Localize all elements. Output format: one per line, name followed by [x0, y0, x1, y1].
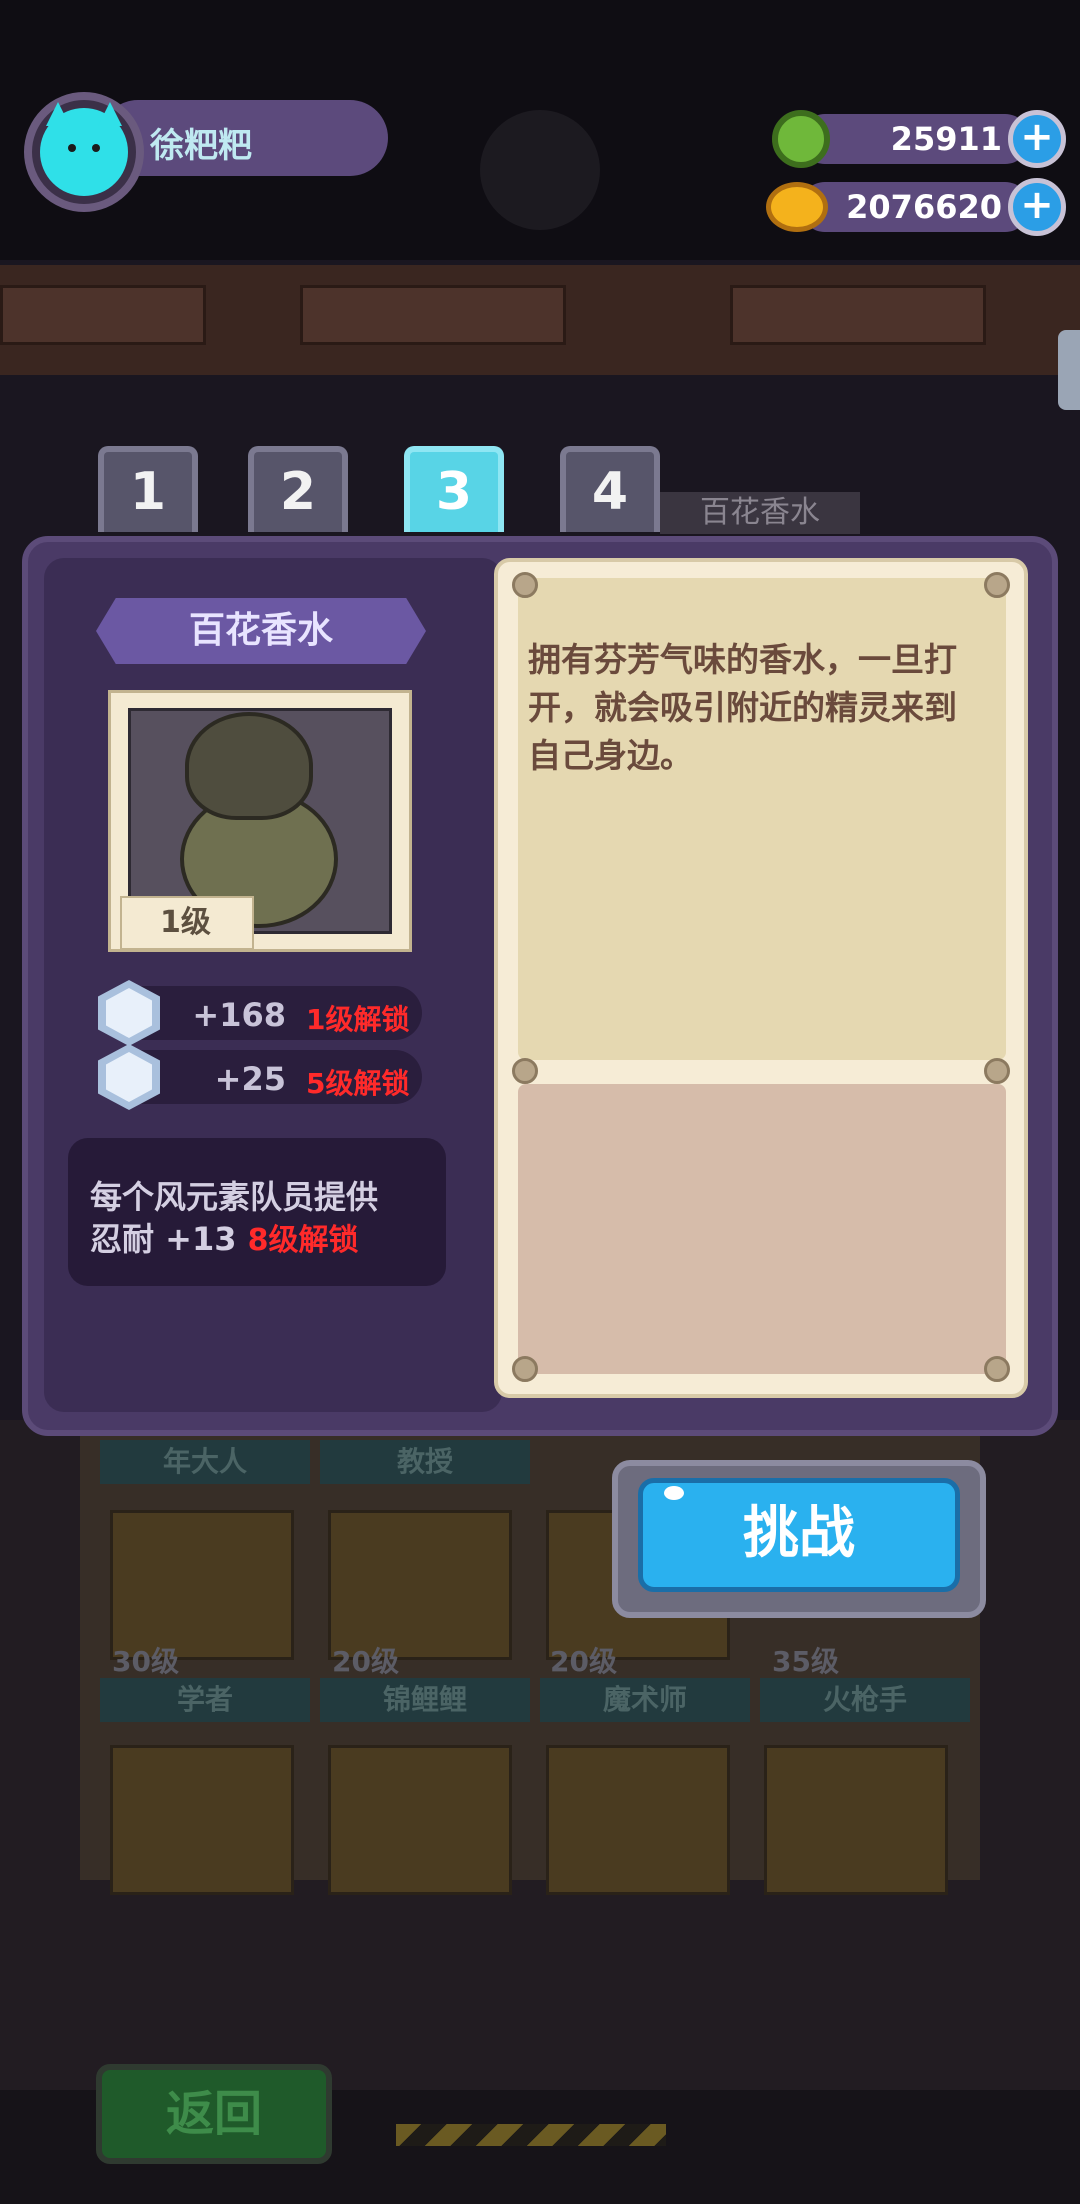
fan-decoration — [480, 110, 600, 230]
gem-count: 25911 — [890, 120, 1002, 158]
button-shine — [664, 1486, 684, 1500]
tab-2[interactable]: 2 — [248, 446, 348, 532]
character-name-tag: 教授 — [320, 1440, 530, 1484]
character-level: 20级 — [332, 1645, 399, 1678]
player-name: 徐粑粑 — [150, 126, 252, 166]
bolt-icon — [512, 1058, 538, 1084]
character-level: 35级 — [772, 1645, 839, 1678]
character-card — [764, 1745, 948, 1895]
hazard-stripe — [396, 2124, 666, 2146]
character-name-tag: 锦鲤鲤 — [320, 1678, 530, 1722]
back-button[interactable]: 返回 — [96, 2064, 332, 2164]
share-icon[interactable] — [1058, 330, 1080, 410]
coin-count: 2076620 — [846, 188, 1002, 226]
character-card — [110, 1745, 294, 1895]
tab-4[interactable]: 4 — [560, 446, 660, 532]
character-name-tag: 魔术师 — [540, 1678, 750, 1722]
team-bonus-unlock: 8级解锁 — [247, 1223, 359, 1258]
item-name-banner: 百花香水 — [96, 598, 426, 664]
perfume-flower-icon — [185, 712, 313, 820]
background-shelf — [0, 265, 1080, 375]
stat-unlock-level: 5级解锁 — [306, 1067, 410, 1100]
tab-3[interactable]: 3 — [404, 446, 504, 532]
item-level-tag: 1级 — [120, 896, 254, 950]
team-bonus-stat: 忍耐 +13 — [90, 1220, 237, 1258]
tab-1[interactable]: 1 — [98, 446, 198, 532]
character-level: 20级 — [550, 1645, 617, 1678]
bolt-icon — [984, 572, 1010, 598]
add-gems-button[interactable]: + — [1008, 110, 1066, 168]
background-item-label: 百花香水 — [660, 492, 860, 534]
team-bonus-value: 忍耐 +13 8级解锁 — [90, 1214, 359, 1260]
add-coins-button[interactable]: + — [1008, 178, 1066, 236]
stat-unlock-level: 1级解锁 — [306, 1003, 410, 1036]
item-description: 拥有芬芳气味的香水，一旦打开，就会吸引附近的精灵来到自己身边。 — [528, 640, 957, 775]
character-name-tag: 火枪手 — [760, 1678, 970, 1722]
bolt-icon — [512, 1356, 538, 1382]
character-card — [328, 1745, 512, 1895]
character-card — [110, 1510, 294, 1660]
challenge-button[interactable]: 挑战 — [638, 1478, 960, 1592]
bolt-icon — [984, 1058, 1010, 1084]
bolt-icon — [512, 572, 538, 598]
bolt-icon — [984, 1356, 1010, 1382]
coin-icon — [766, 182, 828, 232]
character-card — [328, 1510, 512, 1660]
team-bonus-text: 每个风元素队员提供 — [90, 1178, 379, 1216]
stat-value: +168 — [192, 996, 286, 1034]
gem-icon — [772, 110, 830, 168]
description-lower-area — [518, 1084, 1006, 1374]
character-card — [546, 1745, 730, 1895]
character-level: 30级 — [112, 1645, 179, 1678]
character-name-tag: 年大人 — [100, 1440, 310, 1484]
avatar-cat-icon — [40, 102, 128, 196]
stat-value: +25 — [214, 1060, 286, 1098]
character-name-tag: 学者 — [100, 1678, 310, 1722]
